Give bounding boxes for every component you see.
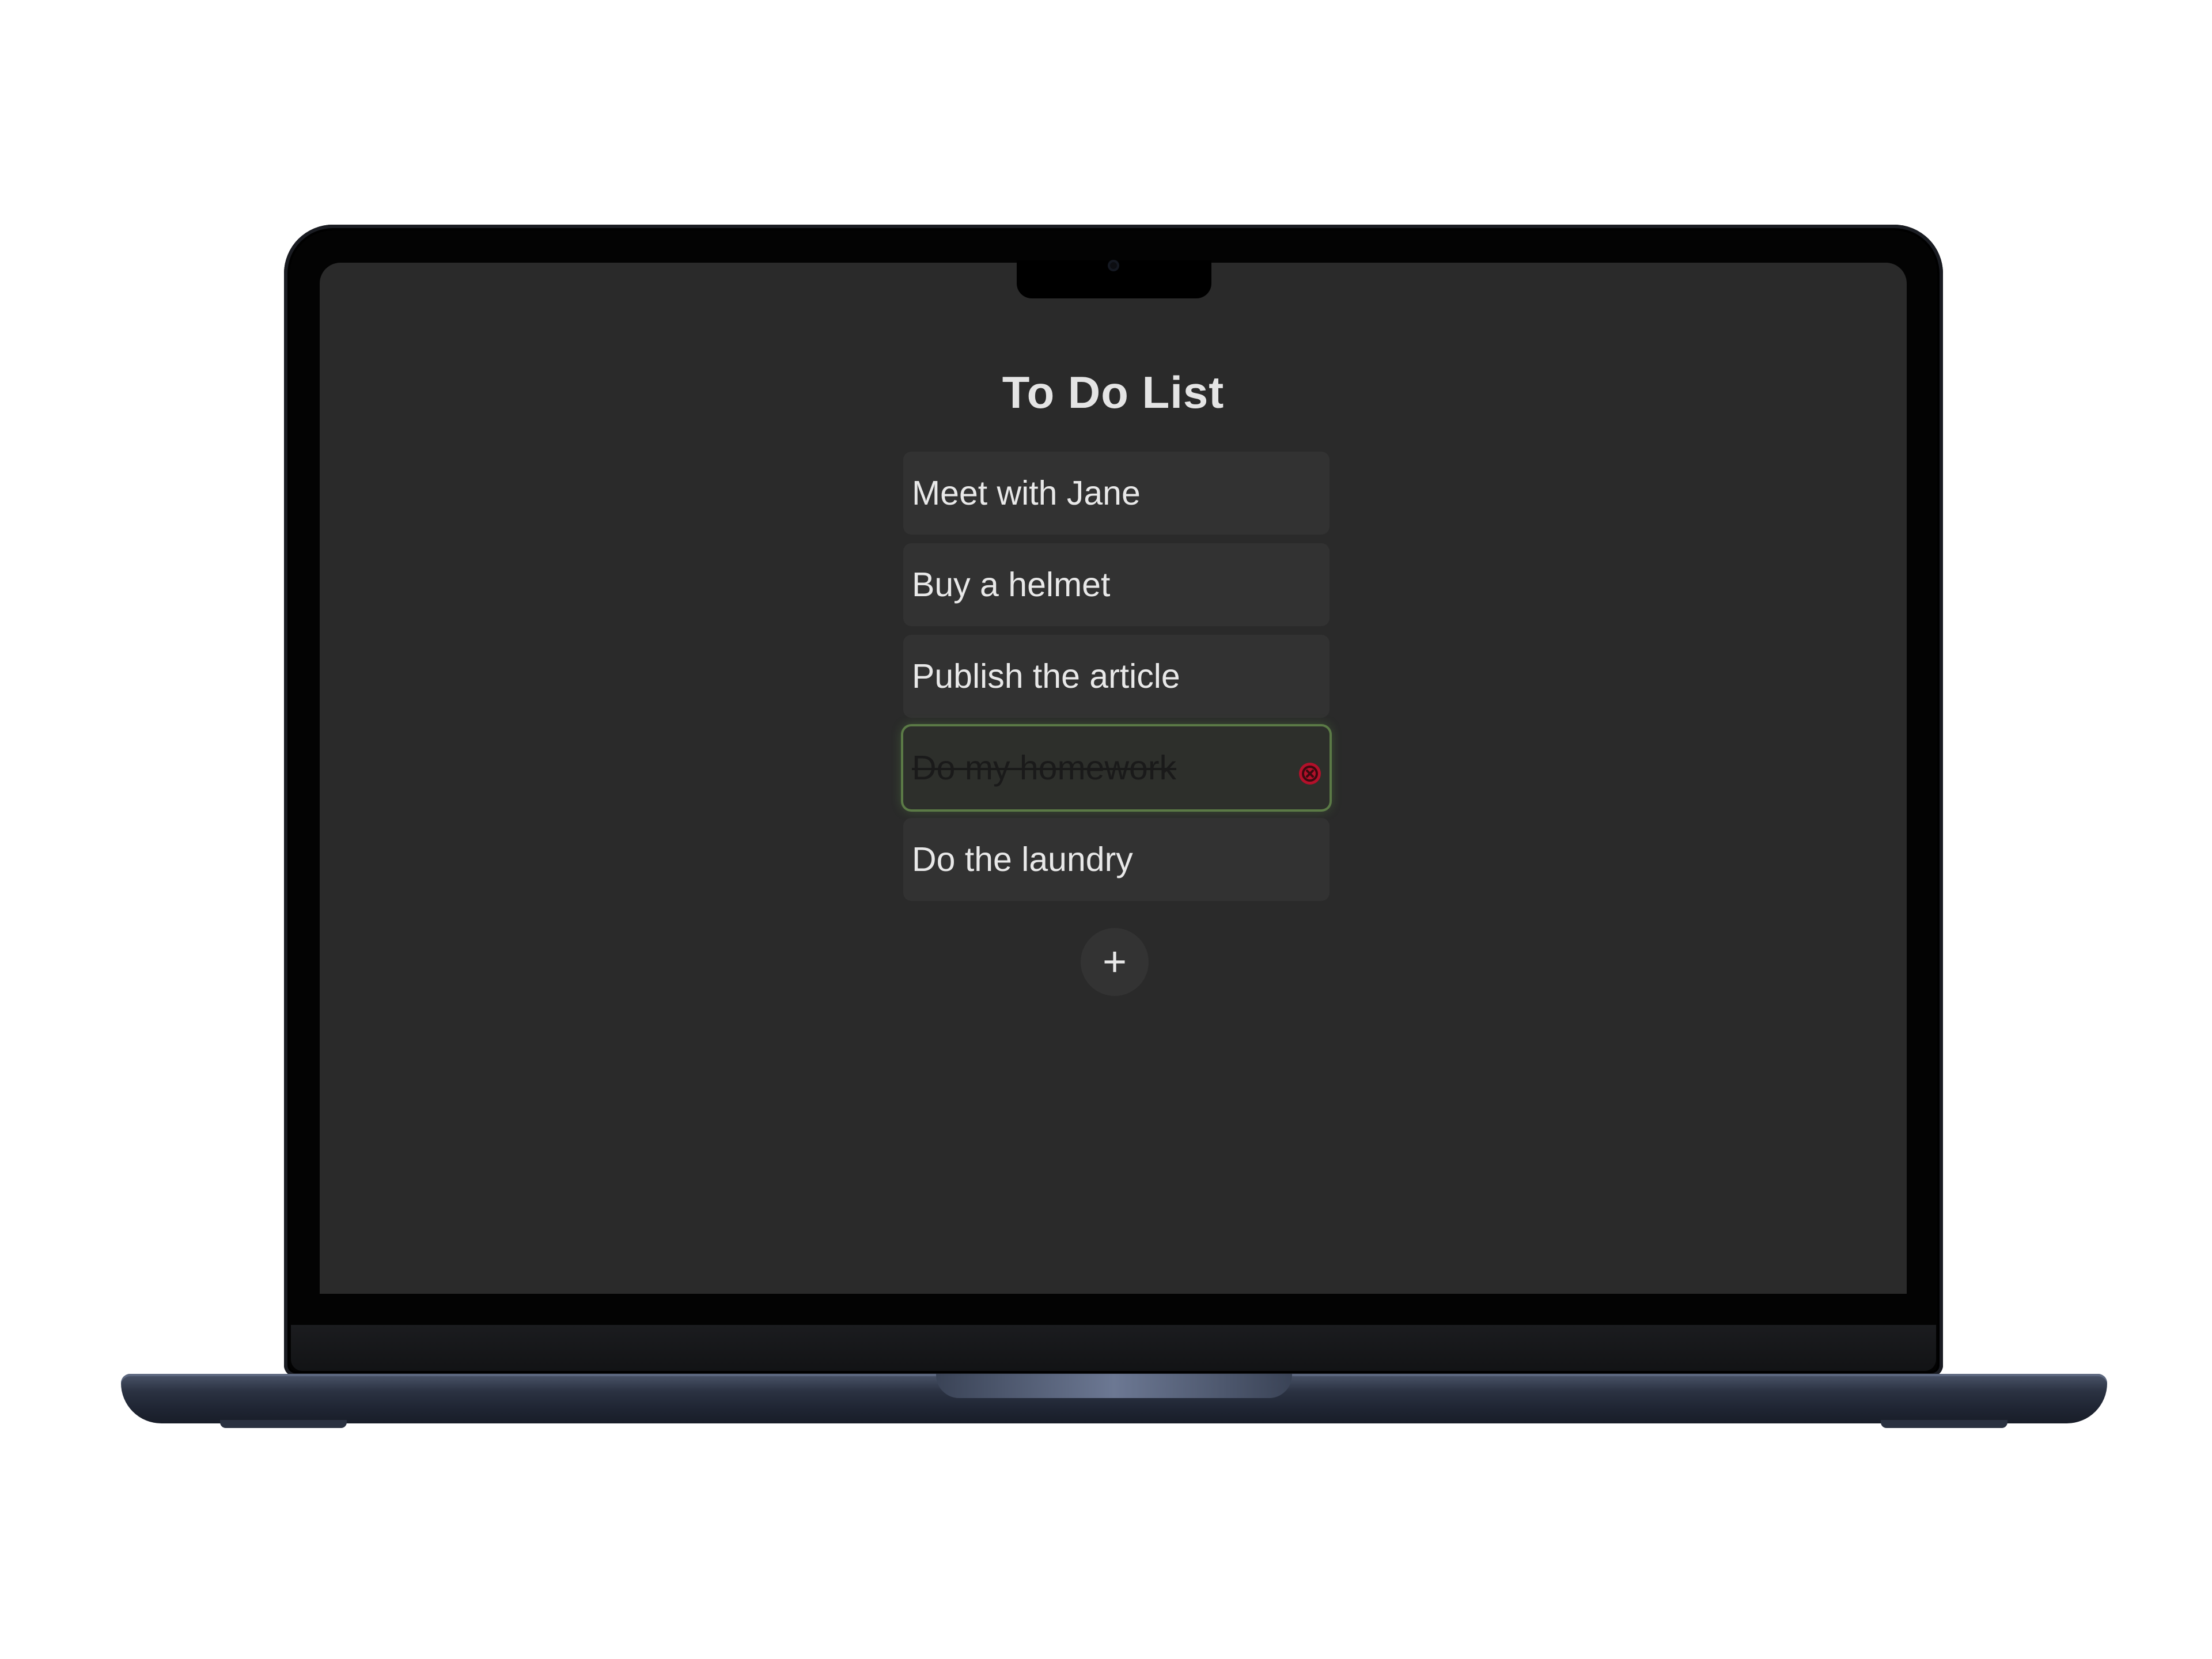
todo-list: Meet with Jane Buy a helmet Publish the … (903, 452, 1330, 910)
plus-icon: + (1102, 939, 1127, 985)
laptop-chin (291, 1325, 1936, 1371)
screen: To Do List Meet with Jane Buy a helmet P… (320, 263, 1907, 1294)
todo-item[interactable]: Do the laundry (903, 818, 1330, 901)
close-circle-icon[interactable] (1297, 755, 1323, 785)
laptop-mockup: To Do List Meet with Jane Buy a helmet P… (0, 0, 2212, 1659)
todo-text: Publish the article (912, 657, 1180, 695)
todo-item[interactable]: Meet with Jane (903, 452, 1330, 535)
page-title: To Do List (1002, 367, 1225, 418)
todo-text: Buy a helmet (912, 566, 1111, 604)
todo-item[interactable]: Publish the article (903, 635, 1330, 718)
todo-item-completed[interactable]: Do my homework (903, 726, 1330, 809)
todo-text: Meet with Jane (912, 474, 1141, 512)
todo-item[interactable]: Buy a helmet (903, 543, 1330, 626)
laptop-foot-right (1881, 1420, 2008, 1428)
laptop-foot-left (220, 1420, 347, 1428)
add-todo-button[interactable]: + (1081, 928, 1149, 996)
laptop-hinge (936, 1374, 1292, 1398)
todo-text: Do my homework (912, 749, 1177, 787)
camera-icon (1108, 260, 1119, 271)
todo-text: Do the laundry (912, 840, 1133, 878)
